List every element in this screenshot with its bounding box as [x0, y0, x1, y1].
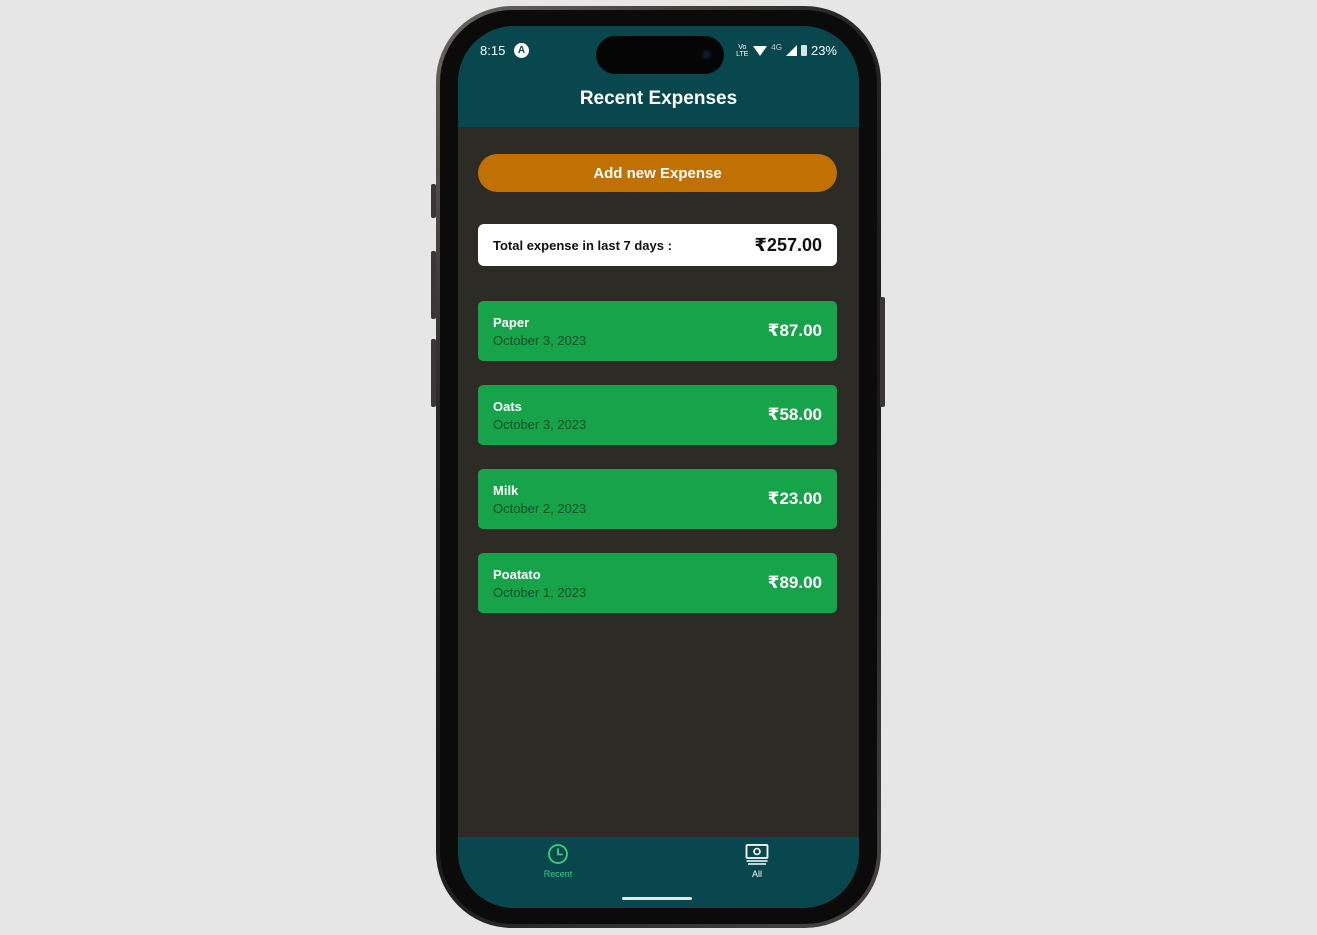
expense-amount: ₹87.00 — [767, 321, 822, 340]
expense-title: Paper — [493, 314, 530, 330]
total-expense-card: Total expense in last 7 days : ₹257.00 — [478, 224, 837, 266]
expense-info: Poatato October 1, 2023 — [493, 567, 586, 600]
phone-bezel: 8:15 A Vo LTE 4G 23% Recent Expenses Add… — [440, 10, 877, 924]
expense-date: October 2, 2023 — [493, 500, 587, 516]
dynamic-island — [596, 36, 724, 74]
app-notification-icon: A — [514, 43, 529, 58]
app-screen: 8:15 A Vo LTE 4G 23% Recent Expenses Add… — [458, 26, 859, 908]
expense-title: Poatato — [493, 566, 541, 582]
expense-list: Paper October 3, 2023 ₹87.00 Oats Octobe… — [478, 301, 837, 637]
phone-power-button — [880, 297, 885, 407]
expense-amount: ₹58.00 — [767, 405, 822, 424]
expense-date: October 3, 2023 — [493, 332, 587, 348]
signal-icon — [785, 45, 797, 56]
status-time: 8:15 — [480, 43, 506, 58]
phone-volume-down-button — [431, 339, 436, 407]
expense-amount: ₹89.00 — [767, 573, 822, 592]
clock-icon — [548, 844, 568, 864]
bottom-tab-bar: Recent All — [458, 837, 859, 908]
expense-info: Paper October 3, 2023 — [493, 315, 586, 348]
volte-icon: Vo LTE — [736, 43, 749, 58]
expense-item[interactable]: Oats October 3, 2023 ₹58.00 — [478, 385, 837, 445]
expense-item[interactable]: Poatato October 1, 2023 ₹89.00 — [478, 553, 837, 613]
home-indicator[interactable] — [622, 897, 692, 900]
cash-icon — [745, 844, 769, 865]
expense-title: Milk — [493, 482, 519, 498]
camera-icon — [701, 49, 712, 60]
tab-recent-label: Recent — [543, 869, 573, 879]
tab-all-label: All — [751, 869, 762, 879]
app-header: 8:15 A Vo LTE 4G 23% Recent Expenses — [458, 26, 859, 127]
expense-item[interactable]: Paper October 3, 2023 ₹87.00 — [478, 301, 837, 361]
battery-percent: 23% — [810, 43, 837, 58]
wifi-icon — [753, 45, 768, 56]
phone-frame: 8:15 A Vo LTE 4G 23% Recent Expenses Add… — [436, 6, 881, 928]
tab-all[interactable]: All — [717, 843, 797, 879]
expense-info: Milk October 2, 2023 — [493, 483, 586, 516]
add-expense-button[interactable]: Add new Expense — [478, 154, 837, 192]
network-type: 4G — [771, 43, 782, 52]
total-value: ₹257.00 — [754, 234, 822, 255]
page-title: Recent Expenses — [579, 88, 738, 109]
battery-icon — [800, 45, 807, 56]
expense-amount: ₹23.00 — [767, 489, 822, 508]
status-indicators: Vo LTE 4G 23% — [735, 43, 837, 58]
expense-item[interactable]: Milk October 2, 2023 ₹23.00 — [478, 469, 837, 529]
phone-volume-up-button — [431, 251, 436, 319]
tab-recent[interactable]: Recent — [518, 843, 598, 879]
expense-title: Oats — [493, 398, 522, 414]
expense-info: Oats October 3, 2023 — [493, 399, 586, 432]
expense-date: October 1, 2023 — [493, 584, 587, 600]
total-label: Total expense in last 7 days : — [493, 237, 672, 253]
phone-action-button — [431, 184, 436, 218]
expense-date: October 3, 2023 — [493, 416, 587, 432]
